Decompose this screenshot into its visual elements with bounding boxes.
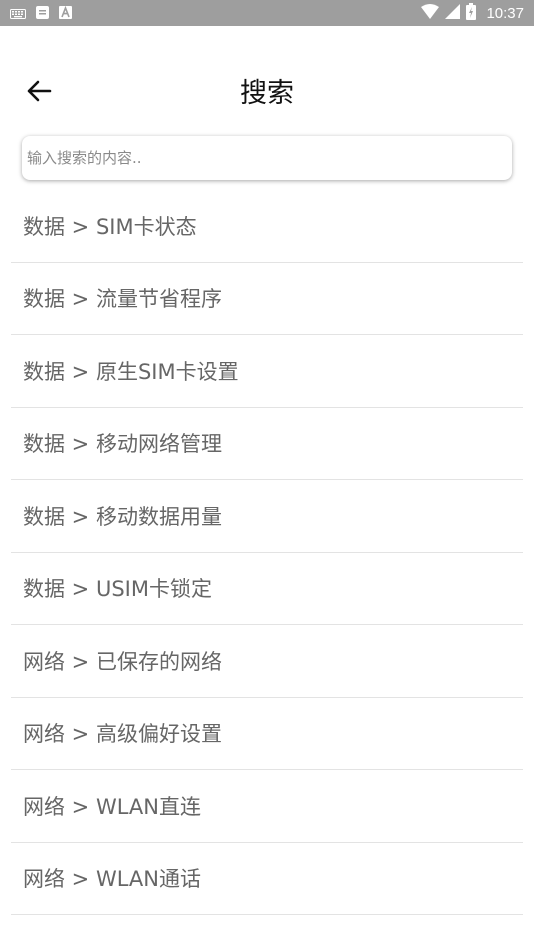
result-item-data-saver[interactable]: 数据 > 流量节省程序 (11, 263, 523, 335)
app-a-icon (59, 4, 72, 23)
result-item-sim-status[interactable]: 数据 > SIM卡状态 (11, 190, 523, 263)
search-results-list: 数据 > SIM卡状态 数据 > 流量节省程序 数据 > 原生SIM卡设置 数据… (11, 190, 523, 915)
result-item-usim-lock[interactable]: 数据 > USIM卡锁定 (11, 553, 523, 625)
keyboard-icon (10, 4, 26, 23)
result-item-native-sim-settings[interactable]: 数据 > 原生SIM卡设置 (11, 335, 523, 408)
result-item-mobile-network-management[interactable]: 数据 > 移动网络管理 (11, 408, 523, 480)
clock: 10:37 (486, 4, 524, 22)
header: 搜索 (0, 26, 534, 136)
status-bar: 10:37 (0, 0, 534, 26)
result-item-mobile-data-usage[interactable]: 数据 > 移动数据用量 (11, 480, 523, 553)
page-title: 搜索 (240, 78, 294, 109)
system-icons: 10:37 (421, 2, 524, 24)
notification-icons (10, 4, 72, 23)
cell-signal-icon (445, 3, 461, 23)
result-item-saved-networks[interactable]: 网络 > 已保存的网络 (11, 625, 523, 698)
arrow-left-icon (26, 80, 52, 106)
search-box (22, 136, 512, 180)
wifi-icon (421, 3, 440, 23)
sim-notification-icon (36, 4, 49, 23)
battery-icon (466, 2, 477, 24)
search-input[interactable] (22, 136, 512, 180)
back-button[interactable] (22, 76, 56, 110)
result-item-wlan-direct[interactable]: 网络 > WLAN直连 (11, 770, 523, 843)
result-item-wlan-calling[interactable]: 网络 > WLAN通话 (11, 843, 523, 915)
result-item-advanced-preferences[interactable]: 网络 > 高级偏好设置 (11, 698, 523, 770)
